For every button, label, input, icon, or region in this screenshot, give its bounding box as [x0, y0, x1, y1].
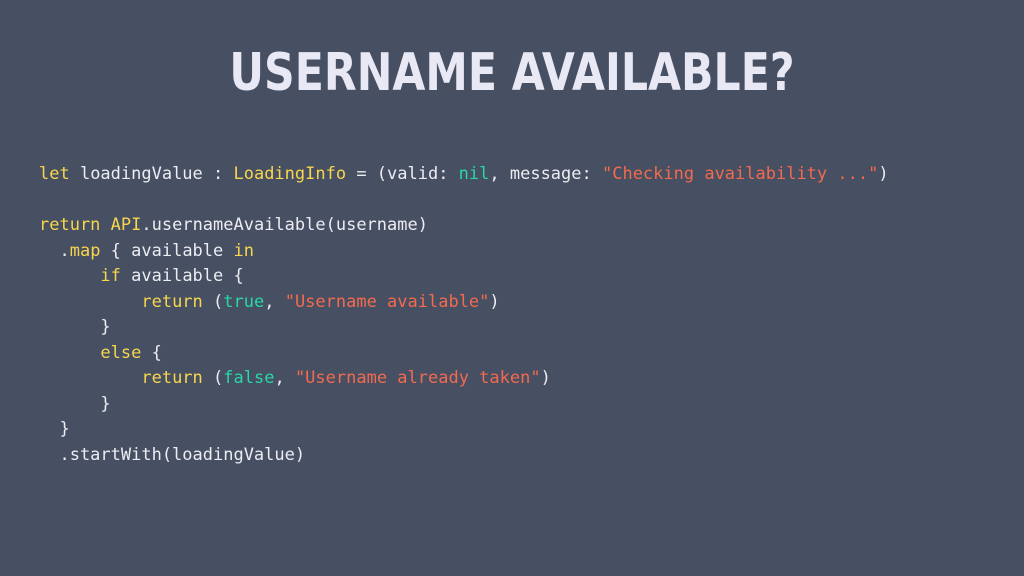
code-line: } [39, 417, 889, 443]
code-text: ( [202, 291, 224, 312]
code-text: } [39, 419, 70, 439]
code-text: , [264, 291, 285, 312]
code-string: "Checking availability ..." [601, 164, 879, 184]
code-line: if available { [39, 264, 889, 290]
code-literal: nil [458, 164, 490, 184]
code-text: { available [100, 240, 234, 261]
code-text: } [39, 317, 111, 337]
code-keyword: in [233, 240, 254, 261]
code-text: .usernameAvailable(username) [141, 215, 428, 235]
code-line: return (true, "Username available") [39, 290, 889, 316]
code-text: { [141, 342, 162, 363]
code-line: .map { available in [39, 239, 889, 265]
code-text: . [39, 240, 70, 261]
code-text: available { [120, 266, 244, 286]
code-string: "Username available" [284, 291, 490, 312]
code-keyword: if [100, 266, 121, 286]
code-text: .startWith(loadingValue) [39, 444, 306, 465]
code-block: let loadingValue : LoadingInfo = (valid:… [39, 162, 889, 468]
code-text: = (valid: [346, 164, 459, 184]
code-keyword: API [110, 215, 142, 235]
code-literal: false [223, 368, 275, 388]
code-line: .startWith(loadingValue) [39, 443, 889, 469]
code-line: return API.usernameAvailable(username) [39, 213, 889, 239]
code-text: ) [489, 291, 500, 312]
code-text: loadingValue : [69, 164, 234, 184]
code-string: "Username already taken" [294, 368, 541, 388]
code-line: } [39, 392, 889, 418]
code-text: ( [202, 368, 224, 388]
code-keyword: else [100, 342, 142, 363]
code-text: ) [878, 164, 889, 184]
code-keyword: return [141, 368, 203, 388]
code-text: , message: [489, 164, 602, 184]
code-text: ) [540, 368, 551, 388]
code-text: , [274, 368, 295, 388]
code-keyword: LoadingInfo [233, 164, 347, 184]
code-keyword: return [39, 215, 101, 235]
code-line: let loadingValue : LoadingInfo = (valid:… [39, 162, 889, 188]
code-line: } [39, 315, 889, 341]
code-keyword: let [39, 164, 70, 184]
slide-title: USERNAME AVAILABLE? [229, 43, 795, 103]
code-literal: true [223, 291, 265, 312]
code-keyword: return [141, 291, 203, 312]
code-line: else { [39, 341, 889, 367]
code-keyword: map [69, 240, 101, 261]
code-text: } [39, 393, 111, 414]
code-line: return (false, "Username already taken") [39, 366, 889, 392]
